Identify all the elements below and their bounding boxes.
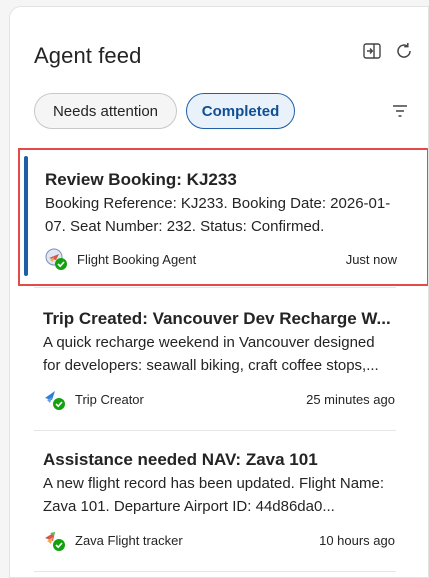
refresh-icon [397, 43, 411, 58]
card-title: Assistance needed NAV: Zava 101 [43, 450, 318, 469]
open-pane-icon [363, 43, 381, 59]
feed-card-selected[interactable]: Review Booking: KJ233 Booking Reference:… [18, 148, 428, 286]
filter-bar: Needs attention Completed [34, 93, 414, 131]
card-description: A quick recharge weekend in Vancouver de… [43, 334, 379, 374]
filter-needs-attention[interactable]: Needs attention [34, 93, 177, 129]
page-title: Agent feed [34, 43, 142, 68]
agent-name: Zava Flight tracker [75, 533, 183, 548]
filter-button[interactable] [390, 101, 410, 121]
agent-name: Trip Creator [75, 392, 144, 407]
timestamp: 25 minutes ago [306, 392, 395, 407]
timestamp: Just now [345, 252, 397, 267]
feed-header: Agent feed [34, 41, 414, 73]
zava-flight-tracker-icon [45, 532, 65, 551]
filter-completed[interactable]: Completed [186, 93, 295, 129]
card-description: A new flight record has been updated. Fl… [43, 475, 385, 515]
card-title: Trip Created: Vancouver Dev Recharge W..… [43, 309, 391, 328]
header-actions [362, 41, 414, 61]
divider [34, 571, 396, 572]
refresh-button[interactable] [394, 41, 414, 61]
divider [34, 287, 396, 288]
timestamp: 10 hours ago [319, 533, 395, 548]
card-footer: Flight Booking Agent Just now [45, 248, 397, 270]
agent-name: Flight Booking Agent [77, 252, 197, 267]
flight-booking-agent-icon [45, 248, 67, 270]
open-pane-button[interactable] [362, 41, 382, 61]
card-description: Booking Reference: KJ233. Booking Date: … [45, 195, 391, 235]
card-footer: Zava Flight tracker 10 hours ago [43, 529, 395, 551]
selection-accent [24, 156, 28, 276]
feed-card[interactable]: Assistance needed NAV: Zava 101 A new fl… [18, 430, 396, 570]
card-footer: Trip Creator 25 minutes ago [43, 388, 395, 410]
trip-creator-icon [45, 391, 65, 410]
agent-feed-panel: Agent feed Needs attention Completed Rev… [9, 6, 429, 578]
card-title: Review Booking: KJ233 [45, 170, 237, 189]
feed-card[interactable]: Trip Created: Vancouver Dev Recharge W..… [18, 289, 396, 429]
filter-icon [393, 105, 407, 117]
